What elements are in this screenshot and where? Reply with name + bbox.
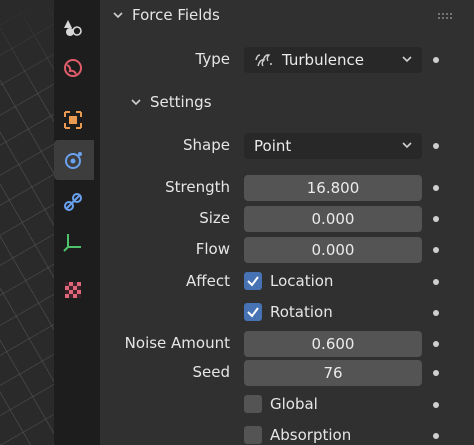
tab-constraints[interactable] xyxy=(54,182,92,222)
shape-dropdown[interactable]: Point xyxy=(244,133,422,159)
physics-icon xyxy=(65,152,82,169)
checkmark-icon xyxy=(247,276,259,287)
rotation-checkbox[interactable] xyxy=(244,303,262,321)
type-value: Turbulence xyxy=(282,51,364,69)
tab-scene[interactable] xyxy=(54,8,92,48)
global-checkbox[interactable] xyxy=(244,395,262,413)
affect-label: Affect xyxy=(186,272,230,290)
shape-keyframe-dot[interactable] xyxy=(433,143,439,149)
drag-handle-icon[interactable] xyxy=(438,13,454,19)
properties-panel: Force Fields Type Turbulence Settings Sh… xyxy=(100,0,474,445)
tab-world[interactable] xyxy=(54,48,92,88)
rotation-label: Rotation xyxy=(270,303,333,321)
type-keyframe-dot[interactable] xyxy=(433,57,439,63)
force-fields-header[interactable]: Force Fields xyxy=(112,6,220,24)
object-icon xyxy=(64,111,82,129)
absorption-keyframe-dot[interactable] xyxy=(433,433,439,439)
location-label: Location xyxy=(270,272,334,290)
location-keyframe-dot[interactable] xyxy=(433,279,439,285)
constraints-icon xyxy=(64,193,82,211)
flow-label: Flow xyxy=(195,240,230,258)
properties-tab-bar xyxy=(54,0,94,445)
settings-title: Settings xyxy=(150,93,212,111)
viewport-fade xyxy=(0,0,54,90)
type-label: Type xyxy=(195,50,230,68)
size-keyframe-dot[interactable] xyxy=(433,216,439,222)
noise-amount-label: Noise Amount xyxy=(124,334,230,352)
chevron-down-icon xyxy=(131,99,141,106)
type-dropdown[interactable]: Turbulence xyxy=(244,47,422,73)
seed-field[interactable]: 76 xyxy=(244,360,422,386)
seed-label: Seed xyxy=(192,363,231,381)
global-checkbox-row[interactable]: Global xyxy=(244,395,318,413)
object-data-icon xyxy=(63,234,81,252)
checkmark-icon xyxy=(247,307,259,318)
noise-amount-keyframe-dot[interactable] xyxy=(433,341,439,347)
absorption-checkbox[interactable] xyxy=(244,426,262,444)
texture-icon xyxy=(65,282,81,298)
settings-header[interactable]: Settings xyxy=(130,93,212,111)
location-checkbox-row[interactable]: Location xyxy=(244,272,333,290)
chevron-down-icon xyxy=(402,56,412,63)
chevron-down-icon xyxy=(402,142,412,149)
3d-viewport[interactable] xyxy=(0,0,54,445)
shape-value: Point xyxy=(254,137,292,155)
flow-keyframe-dot[interactable] xyxy=(433,247,439,253)
size-field[interactable]: 0.000 xyxy=(244,206,422,232)
flow-field[interactable]: 0.000 xyxy=(244,237,422,263)
tab-physics[interactable] xyxy=(54,140,94,180)
shape-label: Shape xyxy=(183,136,230,154)
turbulence-icon xyxy=(255,54,272,67)
strength-label: Strength xyxy=(165,178,230,196)
absorption-label: Absorption xyxy=(270,426,352,444)
tab-object[interactable] xyxy=(54,100,92,140)
noise-amount-field[interactable]: 0.600 xyxy=(244,331,422,357)
chevron-down-icon xyxy=(113,12,123,19)
absorption-checkbox-row[interactable]: Absorption xyxy=(244,426,351,444)
world-icon xyxy=(64,59,82,77)
global-keyframe-dot[interactable] xyxy=(433,402,439,408)
force-fields-title: Force Fields xyxy=(132,6,220,24)
global-label: Global xyxy=(270,395,318,413)
scene-icon xyxy=(64,20,82,36)
size-label: Size xyxy=(199,209,230,227)
tab-object-data[interactable] xyxy=(54,222,92,262)
seed-keyframe-dot[interactable] xyxy=(433,370,439,376)
location-checkbox[interactable] xyxy=(244,272,262,290)
strength-keyframe-dot[interactable] xyxy=(433,185,439,191)
tab-texture[interactable] xyxy=(54,270,92,310)
rotation-checkbox-row[interactable]: Rotation xyxy=(244,303,333,321)
rotation-keyframe-dot[interactable] xyxy=(433,310,439,316)
strength-field[interactable]: 16.800 xyxy=(244,175,422,201)
